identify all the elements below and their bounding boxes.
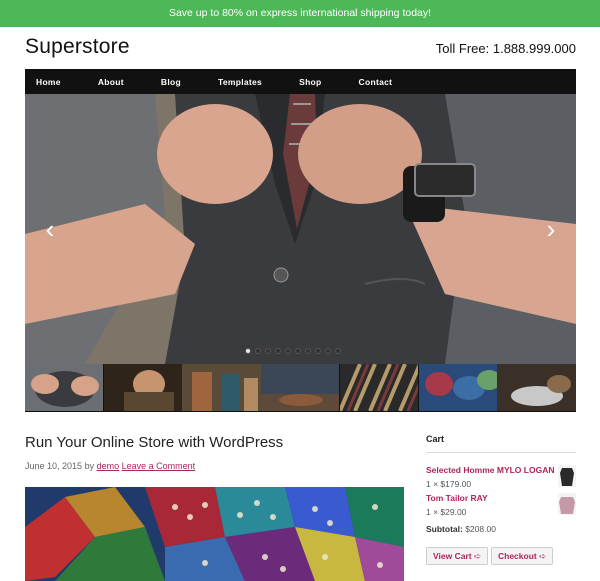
product-thumbnail-icon[interactable] — [558, 493, 576, 515]
post-author-link[interactable]: demo — [97, 461, 120, 471]
checkout-button[interactable]: Checkout ➪ — [491, 547, 554, 565]
toll-free-number: Toll Free: 1.888.999.000 — [435, 41, 576, 56]
view-cart-button[interactable]: View Cart ➪ — [426, 547, 489, 565]
slider-pagination — [245, 348, 341, 354]
promo-text: Save up to 80% on express international … — [168, 7, 432, 19]
main-navigation: Home About Blog Templates Shop Contact — [25, 69, 576, 94]
slider-dot[interactable] — [305, 348, 311, 354]
view-cart-label: View Cart — [433, 551, 472, 561]
slider-dot[interactable] — [245, 348, 251, 354]
hero-slider: ‹ › — [25, 94, 576, 364]
slider-thumbnail[interactable] — [339, 364, 419, 411]
slider-next-arrow-icon[interactable]: › — [540, 214, 562, 244]
nav-about[interactable]: About — [98, 77, 124, 87]
post-meta: June 10, 2015 by demo Leave a Comment — [25, 461, 195, 471]
slider-prev-arrow-icon[interactable]: ‹ — [39, 214, 61, 244]
promo-banner: Save up to 80% on express international … — [0, 0, 600, 27]
slider-dot[interactable] — [315, 348, 321, 354]
slider-thumbnail[interactable] — [25, 364, 104, 411]
post-featured-image — [25, 487, 404, 581]
cart-item-quantity: 1 × $29.00 — [426, 507, 467, 517]
cart-item: Tom Tailor RAY 1 × $29.00 — [426, 493, 576, 517]
cart-item: Selected Homme MYLO LOGAN 1 × $179.00 — [426, 465, 576, 489]
leave-comment-link[interactable]: Leave a Comment — [122, 461, 196, 471]
arrow-icon: ➪ — [473, 551, 482, 561]
hero-image — [25, 94, 576, 364]
post-by-label: by — [84, 461, 95, 471]
cart-item-quantity: 1 × $179.00 — [426, 479, 472, 489]
subtotal-label: Subtotal: — [426, 524, 463, 534]
cart-subtotal: Subtotal: $208.00 — [426, 524, 496, 534]
nav-home[interactable]: Home — [36, 77, 61, 87]
nav-shop[interactable]: Shop — [299, 77, 321, 87]
product-thumbnail-icon[interactable] — [558, 465, 576, 487]
slider-thumbnail[interactable] — [182, 364, 261, 411]
cart-item-name-link[interactable]: Tom Tailor RAY — [426, 493, 576, 503]
slider-dot[interactable] — [265, 348, 271, 354]
slider-dot[interactable] — [335, 348, 341, 354]
slider-dot[interactable] — [295, 348, 301, 354]
nav-blog[interactable]: Blog — [161, 77, 181, 87]
slider-thumbnail[interactable] — [418, 364, 497, 411]
slider-dot[interactable] — [285, 348, 291, 354]
cart-divider — [426, 452, 576, 453]
post-title[interactable]: Run Your Online Store with WordPress — [25, 434, 283, 451]
slider-thumbnail[interactable] — [103, 364, 182, 411]
nav-contact[interactable]: Contact — [359, 77, 393, 87]
slider-dot[interactable] — [325, 348, 331, 354]
slider-dot[interactable] — [255, 348, 261, 354]
slider-thumbnail[interactable] — [261, 364, 340, 411]
subtotal-value: $208.00 — [465, 524, 496, 534]
site-title[interactable]: Superstore — [25, 35, 130, 59]
nav-templates[interactable]: Templates — [218, 77, 262, 87]
slider-thumbnail[interactable] — [497, 364, 576, 411]
checkout-label: Checkout — [498, 551, 537, 561]
cart-heading: Cart — [426, 434, 445, 444]
slider-dot[interactable] — [275, 348, 281, 354]
slider-thumbnails — [25, 364, 576, 412]
arrow-icon: ➪ — [539, 551, 547, 561]
post-date: June 10, 2015 — [25, 461, 83, 471]
cart-item-name-link[interactable]: Selected Homme MYLO LOGAN — [426, 465, 576, 475]
